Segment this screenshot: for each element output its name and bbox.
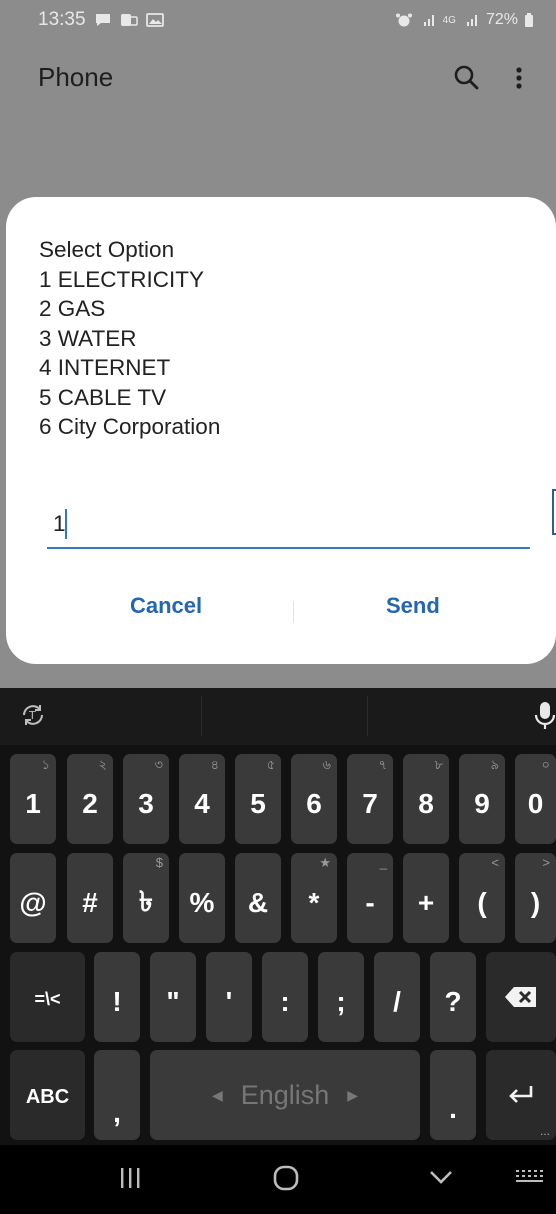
key-at[interactable]: @ [10,853,56,943]
enter-icon [509,1086,533,1103]
key-percent[interactable]: % [179,853,225,943]
key-0[interactable]: 0০ [515,754,556,844]
key-asterisk[interactable]: * ★ [291,853,337,943]
status-left: 13:35 [38,9,164,31]
keyboard-toolbar: T [0,688,556,745]
keyboard: T 1১ 2২ 3৩ 4৪ 5৫ 6৬ 7৭ 8৮ 9৯ 0০ @ # ৳ $ %… [0,688,556,1145]
key-open-paren[interactable]: (< [459,853,505,943]
app-title: Phone [38,62,114,92]
battery-percent: 72% [485,11,518,28]
signal-sim2-icon [462,13,480,27]
key-2[interactable]: 2২ [67,754,113,844]
key-9[interactable]: 9৯ [459,754,505,844]
key-period[interactable]: . [430,1050,476,1140]
recent-apps-icon[interactable] [118,1165,142,1191]
more-options-icon[interactable] [507,62,531,94]
search-icon[interactable] [451,62,483,94]
app-notification-icon [120,13,138,27]
option-city-corporation: 6 City Corporation [39,414,221,439]
backspace-icon [505,987,536,1007]
status-bar: 13:35 4G 72% [0,0,556,40]
key-exclamation[interactable]: ! [94,952,140,1042]
image-notification-icon [145,13,164,27]
key-single-quote[interactable]: ' [206,952,252,1042]
key-6[interactable]: 6৬ [291,754,337,844]
option-water: 3 WATER [39,325,137,351]
backspace-key[interactable] [486,952,556,1042]
microphone-icon[interactable] [532,700,556,732]
translate-icon[interactable]: T [18,700,48,730]
key-semicolon[interactable]: ; [318,952,364,1042]
message-notification-icon [94,13,112,27]
alarm-icon [395,13,413,27]
svg-text:T: T [28,709,36,722]
home-icon[interactable] [271,1163,301,1193]
key-slash[interactable]: / [374,952,420,1042]
option-electricity: 1 ELECTRICITY [39,266,205,292]
space-key[interactable]: ◀ English ▶ [150,1050,420,1140]
hide-keyboard-icon[interactable] [427,1167,455,1187]
ussd-dialog: Select Option 1 ELECTRICITY 2 GAS 3 WATE… [6,197,556,664]
key-taka[interactable]: ৳ $ [123,853,169,943]
keyboard-switch-icon[interactable] [514,1167,544,1187]
battery-icon [524,13,534,27]
toolbar-divider [367,696,368,736]
status-right: 4G 72% [395,11,534,29]
key-symbols-page[interactable]: =\< [10,952,85,1042]
signal-sim1-icon [419,13,437,27]
more-dots-icon: ... [539,1124,550,1138]
key-hash[interactable]: # [67,853,113,943]
option-cable-tv: 5 CABLE TV [39,384,167,410]
enter-key[interactable]: ... [486,1050,556,1140]
send-button[interactable]: Send [386,593,440,619]
key-3[interactable]: 3৩ [123,754,169,844]
toolbar-divider [201,696,202,736]
key-double-quote[interactable]: " [150,952,196,1042]
language-left-arrow-icon: ◀ [211,1086,223,1103]
key-close-paren[interactable]: ) > [515,853,556,943]
app-header: Phone [0,50,556,106]
key-plus[interactable]: + [403,853,449,943]
reply-input[interactable]: 1 [47,501,530,549]
key-5[interactable]: 5৫ [235,754,281,844]
key-comma[interactable]: , [94,1050,140,1140]
phone-screen: 13:35 4G 72% Phone Select Option 1 ELECT… [0,0,556,1214]
key-1[interactable]: 1১ [10,754,56,844]
option-gas: 2 GAS [39,296,106,321]
key-question[interactable]: ? [430,952,476,1042]
abc-key[interactable]: ABC [10,1050,85,1140]
key-colon[interactable]: : [262,952,308,1042]
status-time: 13:35 [38,9,86,30]
option-internet: 4 INTERNET [39,355,171,380]
dialog-message: Select Option 1 ELECTRICITY 2 GAS 3 WATE… [39,235,220,442]
key-7[interactable]: 7৭ [347,754,393,844]
reply-input-value: 1 [53,511,66,536]
language-right-arrow-icon: ▶ [347,1086,359,1103]
network-type: 4G [442,14,456,26]
key-minus[interactable]: - _ [347,853,393,943]
key-ampersand[interactable]: & [235,853,281,943]
button-divider [293,601,294,623]
message-line: Select Option [39,237,175,262]
cursor-handle [552,489,556,535]
cancel-button[interactable]: Cancel [130,593,202,619]
key-4[interactable]: 4৪ [179,754,225,844]
language-label: English [240,1079,330,1110]
key-8[interactable]: 8৮ [403,754,449,844]
navigation-bar [0,1145,556,1214]
text-cursor [65,509,67,539]
